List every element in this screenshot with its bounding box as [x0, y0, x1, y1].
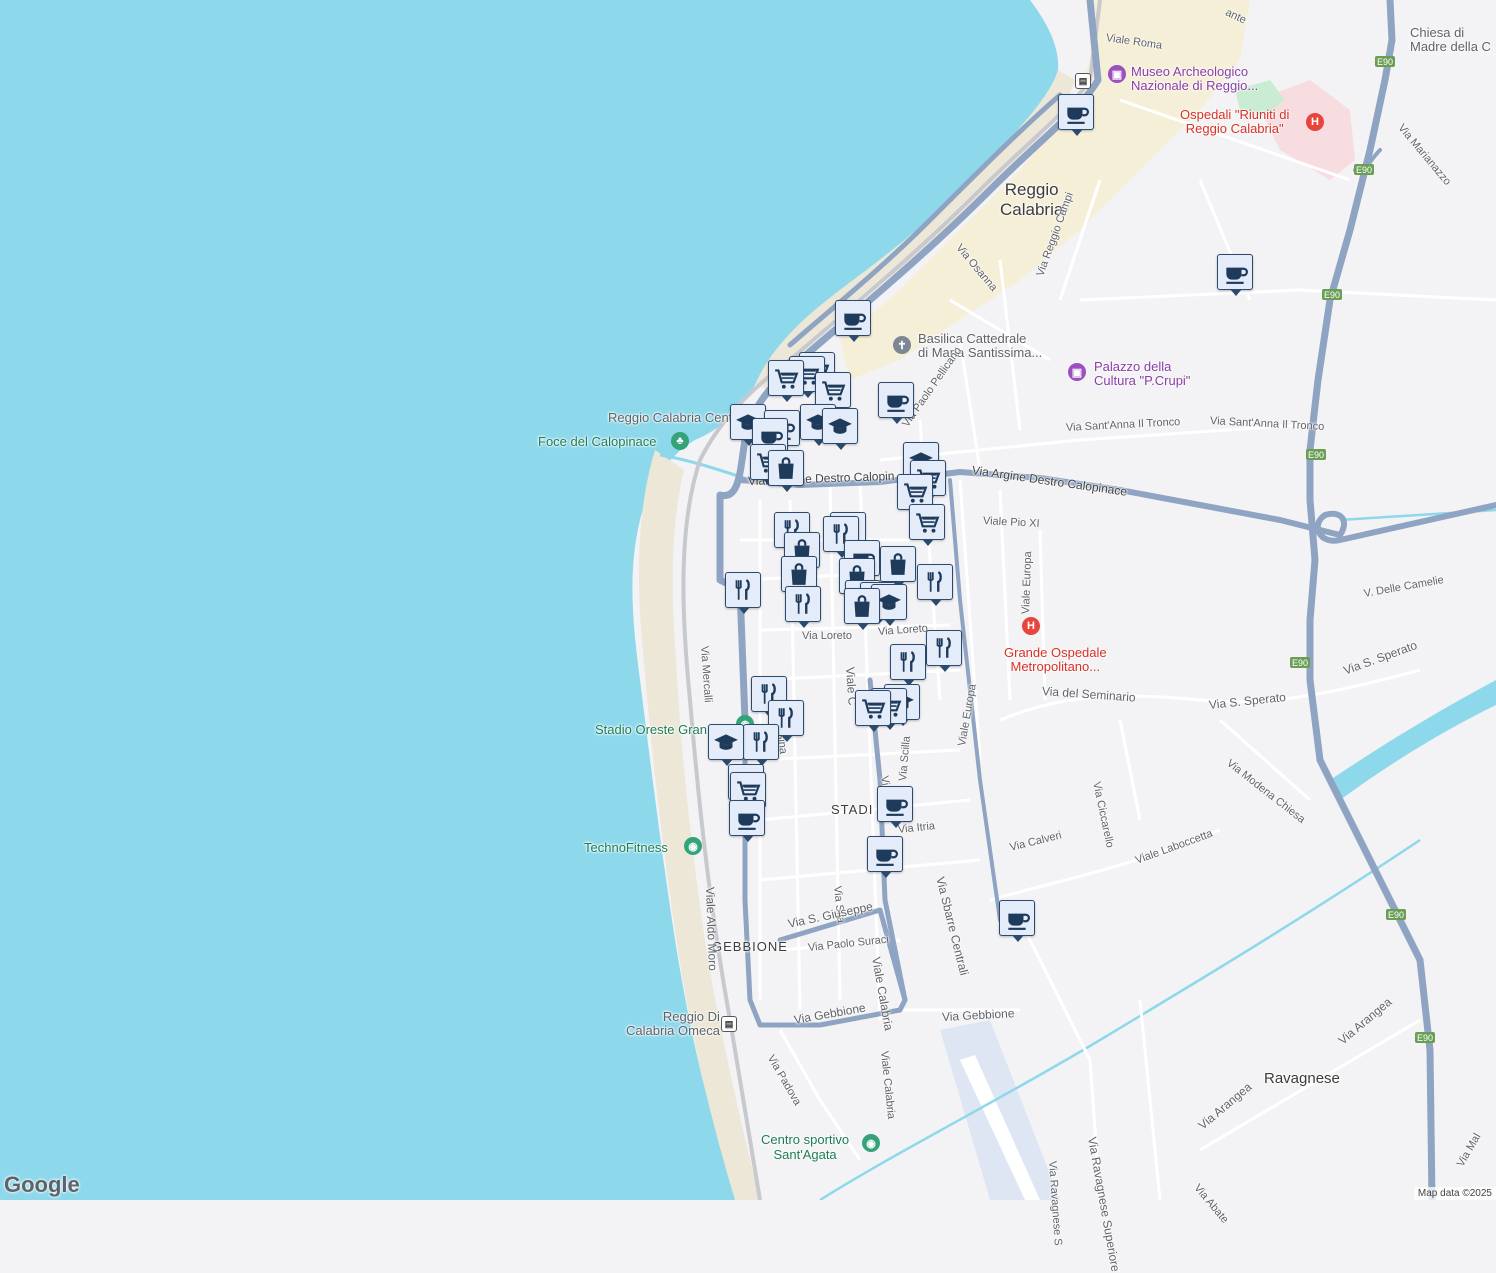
city-label-reggio: Reggio Calabria — [1000, 180, 1064, 219]
shopping-cart-marker[interactable] — [855, 690, 891, 732]
shopping-bag-marker[interactable] — [844, 588, 880, 630]
poi-label-technofitness: TechnoFitness — [584, 840, 668, 855]
e90-shield-6: E90 — [1386, 909, 1406, 920]
shopping-bag-icon — [889, 553, 907, 576]
hospital-pin-icon-2[interactable]: H — [1022, 617, 1040, 635]
e90-shield-1: E90 — [1375, 56, 1395, 67]
shopping-cart-icon — [903, 483, 927, 504]
sports-pin-icon[interactable]: ◉ — [862, 1134, 880, 1152]
svg-text:E90: E90 — [1377, 57, 1393, 67]
shopping-cart-marker[interactable] — [909, 504, 945, 546]
coffee-marker[interactable] — [1058, 94, 1094, 136]
road-label: Via Loreto — [802, 630, 852, 642]
coffee-marker[interactable] — [729, 800, 765, 842]
restaurant-marker[interactable] — [743, 724, 779, 766]
poi-label-foce: Foce del Calopinace — [538, 434, 657, 449]
poi-label-chiesa: Chiesa di Madre della C — [1410, 25, 1491, 54]
restaurant-marker[interactable] — [785, 586, 821, 628]
restaurant-icon — [795, 593, 810, 615]
restaurant-icon — [927, 571, 942, 593]
e90-shield-2: E90 — [1354, 164, 1374, 175]
museum-pin-icon-2[interactable]: ▣ — [1068, 363, 1086, 381]
coffee-icon — [1066, 106, 1089, 125]
svg-text:E90: E90 — [1417, 1033, 1433, 1043]
restaurant-icon — [753, 731, 768, 753]
svg-text:E90: E90 — [1324, 290, 1340, 300]
hospital-pin-icon[interactable]: H — [1306, 113, 1324, 131]
shopping-bag-marker[interactable] — [880, 546, 916, 588]
coffee-icon — [875, 848, 898, 867]
coffee-marker[interactable] — [878, 382, 914, 424]
park-pin-icon[interactable]: ♣ — [671, 432, 689, 450]
restaurant-marker[interactable] — [890, 644, 926, 686]
coffee-marker[interactable] — [835, 300, 871, 342]
school-icon — [828, 418, 852, 434]
shopping-cart-marker[interactable] — [768, 360, 804, 402]
shopping-cart-icon — [861, 699, 885, 720]
e90-shield-4: E90 — [1306, 449, 1326, 460]
road-label: Viale Aldo Moro — [703, 886, 720, 972]
restaurant-icon — [735, 579, 750, 601]
poi-label-omeca: Reggio Di Calabria Omeca — [626, 1009, 720, 1038]
road-label: Viale Europa — [1020, 551, 1035, 615]
poi-label-palazzo: Palazzo della Cultura "P.Crupi" — [1094, 359, 1191, 388]
e90-shield-3: E90 — [1322, 289, 1342, 300]
school-marker[interactable] — [822, 408, 858, 450]
poi-label-basilica: Basilica Cattedrale di Maria Santissima.… — [918, 331, 1043, 360]
restaurant-marker[interactable] — [725, 572, 761, 614]
poi-label-stazione: Reggio Calabria Cent — [608, 410, 733, 425]
shopping-cart-icon — [774, 369, 798, 390]
e90-shield-5: E90 — [1290, 657, 1310, 668]
shopping-bag-icon — [790, 563, 808, 586]
church-pin-icon[interactable]: ✝ — [893, 336, 911, 354]
poi-label-stadio: Stadio Oreste Gran — [595, 722, 707, 737]
coffee-icon — [737, 812, 760, 831]
district-label-gebbione: GEBBIONE — [712, 939, 788, 954]
coffee-icon — [843, 312, 866, 331]
school-icon — [714, 734, 738, 750]
svg-text:E90: E90 — [1308, 450, 1324, 460]
svg-text:E90: E90 — [1356, 165, 1372, 175]
map-attribution: Map data ©2025 — [1413, 1187, 1496, 1200]
coffee-marker[interactable] — [877, 786, 913, 828]
school-marker[interactable] — [708, 724, 744, 766]
restaurant-marker[interactable] — [917, 564, 953, 606]
shopping-bag-icon — [853, 595, 871, 618]
restaurant-marker[interactable] — [926, 630, 962, 672]
shopping-cart-marker[interactable] — [815, 372, 851, 414]
shopping-bag-marker[interactable] — [768, 450, 804, 492]
district-label-stadio: STADI — [831, 802, 874, 817]
coffee-marker[interactable] — [867, 836, 903, 878]
poi-label-grande-ospedale: Grande Ospedale Metropolitano... — [1004, 645, 1107, 674]
coffee-marker[interactable] — [999, 900, 1035, 942]
train-station-icon[interactable]: ▤ — [1075, 73, 1091, 89]
coffee-icon — [885, 798, 908, 817]
shopping-bag-icon — [777, 457, 795, 480]
poi-label-ospedali: Ospedali "Riuniti di Reggio Calabria" — [1180, 107, 1290, 136]
train-station-icon-2[interactable]: ▤ — [721, 1016, 737, 1032]
e90-shield-7: E90 — [1415, 1032, 1435, 1043]
google-logo: Google — [4, 1172, 80, 1197]
district-label-ravagnese: Ravagnese — [1264, 1070, 1340, 1087]
coffee-icon — [1225, 266, 1248, 285]
shopping-cart-icon — [821, 381, 845, 402]
coffee-icon — [886, 394, 909, 413]
restaurant-icon — [936, 637, 951, 659]
svg-text:E90: E90 — [1388, 910, 1404, 920]
museum-pin-icon[interactable]: ▣ — [1108, 65, 1126, 83]
poi-label-museo: Museo Archeologico Nazionale di Reggio..… — [1131, 64, 1259, 93]
coffee-icon — [1007, 912, 1030, 931]
poi-label-centro-sportivo: Centro sportivo Sant'Agata — [761, 1132, 850, 1162]
restaurant-icon — [900, 651, 915, 673]
svg-text:E90: E90 — [1292, 658, 1308, 668]
shopping-cart-icon — [915, 513, 939, 534]
coffee-marker[interactable] — [1217, 254, 1253, 296]
gym-pin-icon[interactable]: ◉ — [684, 837, 702, 855]
